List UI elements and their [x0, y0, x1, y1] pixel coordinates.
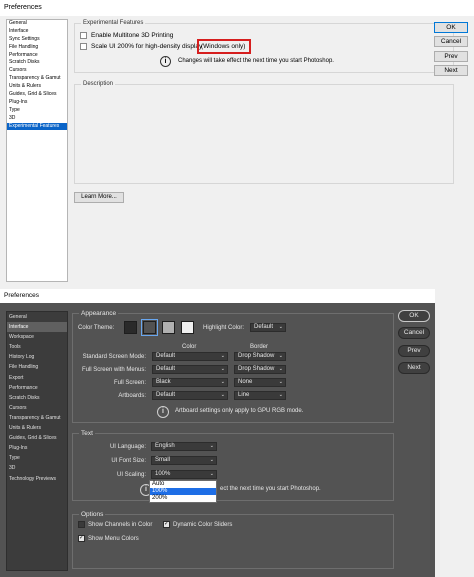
sidebar-item[interactable]: Guides, Grid & Slices [7, 91, 67, 99]
artboards-color-select[interactable]: Default ⌄ [152, 391, 228, 400]
ok-button[interactable]: OK [398, 310, 430, 322]
group-title: Text [79, 430, 95, 437]
checkbox[interactable]: ✓ [163, 521, 170, 528]
windows-only-label: (Windows only) [201, 43, 246, 50]
show-channels-in-color-option[interactable]: Show Channels in Color [78, 521, 152, 530]
prev-button[interactable]: Prev [398, 345, 430, 357]
learn-more-button[interactable]: Learn More... [74, 192, 124, 203]
sidebar-item[interactable]: Plug-Ins [7, 99, 67, 107]
sidebar-item[interactable]: History Log [7, 352, 67, 362]
description-group: Description [74, 81, 454, 184]
restart-note: Changes will take effect the next time y… [178, 58, 334, 64]
dropdown-option[interactable]: Auto [150, 481, 216, 488]
preferences-dialog-dark: Preferences General Interface Workspace Too… [0, 289, 435, 577]
sidebar-item[interactable]: Guides, Grid & Slices [7, 433, 67, 443]
sidebar-item[interactable]: Units & Rulers [7, 423, 67, 433]
ui-font-size-label: UI Font Size: [111, 458, 146, 464]
prev-button[interactable]: Prev [434, 51, 468, 62]
sidebar-item[interactable]: 3D [7, 463, 67, 473]
theme-swatch-darkest[interactable] [124, 321, 137, 334]
sidebar-item[interactable]: Technology Previews [7, 474, 67, 484]
sidebar-light: General Interface Sync Settings File Handli… [6, 19, 68, 282]
scale-ui-200-option[interactable]: Scale UI 200% for high-density display [80, 42, 202, 51]
sidebar-item[interactable]: Cursors [7, 67, 67, 75]
theme-swatch-lightest[interactable] [181, 321, 194, 334]
ui-font-size-select[interactable]: Small ⌄ [151, 456, 217, 465]
sidebar-item[interactable]: Performance [7, 52, 67, 60]
ui-scaling-label: UI Scaling: [116, 472, 146, 478]
full-screen-color-select[interactable]: Black ⌄ [152, 378, 228, 387]
theme-swatch-light[interactable] [162, 321, 175, 334]
sidebar-item[interactable]: Transparency & Gamut [7, 413, 67, 423]
checkbox[interactable] [78, 521, 85, 528]
sidebar-item[interactable]: 3D [7, 115, 67, 123]
standard-screen-mode-label: Standard Screen Mode: [82, 354, 146, 360]
ui-language-select[interactable]: English ⌄ [151, 442, 217, 451]
dropdown-option[interactable]: 100% [150, 488, 216, 495]
ok-button[interactable]: OK [434, 22, 468, 33]
highlight-color-select[interactable]: Default ⌄ [250, 323, 286, 332]
show-menu-colors-option[interactable]: ✓ Show Menu Colors [78, 535, 139, 544]
full-screen-menus-border-select[interactable]: Drop Shadow ⌄ [234, 365, 286, 374]
sidebar-item[interactable]: Type [7, 453, 67, 463]
sidebar-item[interactable]: Interface [7, 28, 67, 36]
sidebar-item[interactable]: File Handling [7, 362, 67, 372]
sidebar-item[interactable]: Plug-Ins [7, 443, 67, 453]
sidebar-item[interactable]: Tools [7, 342, 67, 352]
info-icon: i [157, 406, 169, 418]
dropdown-option[interactable]: 200% [150, 495, 216, 502]
sidebar-dark: General Interface Workspace Tools History Lo… [6, 311, 68, 571]
cancel-button[interactable]: Cancel [434, 36, 468, 47]
sidebar-item[interactable]: Sync Settings [7, 36, 67, 44]
group-title: Appearance [79, 310, 119, 317]
full-screen-menus-label: Full Screen with Menus: [81, 367, 146, 373]
standard-screen-color-select[interactable]: Default ⌄ [152, 352, 228, 361]
sidebar-item[interactable]: Scratch Disks [7, 393, 67, 403]
next-button[interactable]: Next [398, 362, 430, 374]
sidebar-item[interactable]: General [7, 20, 67, 28]
group-title: Experimental Features [81, 20, 146, 26]
next-button[interactable]: Next [434, 65, 468, 76]
ui-language-label: UI Language: [109, 444, 146, 450]
sidebar-item[interactable]: Units & Rulers [7, 83, 67, 91]
scaling-note: ect the next time you start Photoshop. [220, 486, 321, 492]
border-column-header: Border [250, 344, 269, 350]
window-title: Preferences [0, 0, 474, 16]
multitone-3d-printing-option[interactable]: Enable Multitone 3D Printing [80, 31, 173, 40]
info-icon: i [160, 56, 171, 67]
full-screen-menus-color-select[interactable]: Default ⌄ [152, 365, 228, 374]
window-title: Preferences [0, 289, 435, 303]
sidebar-item[interactable]: Interface [7, 322, 67, 333]
sidebar-item[interactable]: Cursors [7, 403, 67, 413]
artboards-border-select[interactable]: Line ⌄ [234, 391, 286, 400]
sidebar-item[interactable]: Type [7, 107, 67, 115]
checkbox[interactable] [80, 42, 87, 50]
sidebar-item[interactable]: General [7, 312, 67, 322]
standard-screen-border-select[interactable]: Drop Shadow ⌄ [234, 352, 286, 361]
sidebar-item[interactable]: Transparency & Gamut [7, 75, 67, 83]
highlight-color-label: Highlight Color: [203, 325, 245, 331]
checkbox[interactable]: ✓ [78, 535, 85, 542]
artboards-label: Artboards: [118, 393, 146, 399]
color-theme-label: Color Theme: [78, 325, 115, 331]
checkbox[interactable] [80, 31, 87, 39]
ui-scaling-dropdown[interactable]: Auto 100% 200% [149, 480, 217, 503]
sidebar-item[interactable]: Scratch Disks [7, 59, 67, 67]
color-column-header: Color [182, 344, 197, 350]
full-screen-label: Full Screen: [113, 380, 146, 386]
sidebar-item[interactable]: Performance [7, 383, 67, 393]
group-title: Options [79, 511, 106, 518]
sidebar-item[interactable]: Experimental Features [7, 122, 67, 131]
artboard-note: Artboard settings only apply to GPU RGB … [175, 408, 304, 414]
sidebar-item[interactable]: Export [7, 373, 67, 383]
cancel-button[interactable]: Cancel [398, 327, 430, 339]
preferences-dialog-light: Preferences General Interface Sync Setting… [0, 0, 474, 288]
ui-scaling-select[interactable]: 100% ⌄ [151, 470, 217, 479]
dynamic-color-sliders-option[interactable]: ✓ Dynamic Color Sliders [163, 521, 232, 530]
sidebar-item[interactable]: Workspace [7, 332, 67, 342]
theme-swatch-dark[interactable] [141, 319, 158, 336]
group-title: Description [81, 81, 116, 87]
full-screen-border-select[interactable]: None ⌄ [234, 378, 286, 387]
sidebar-item[interactable]: File Handling [7, 44, 67, 52]
